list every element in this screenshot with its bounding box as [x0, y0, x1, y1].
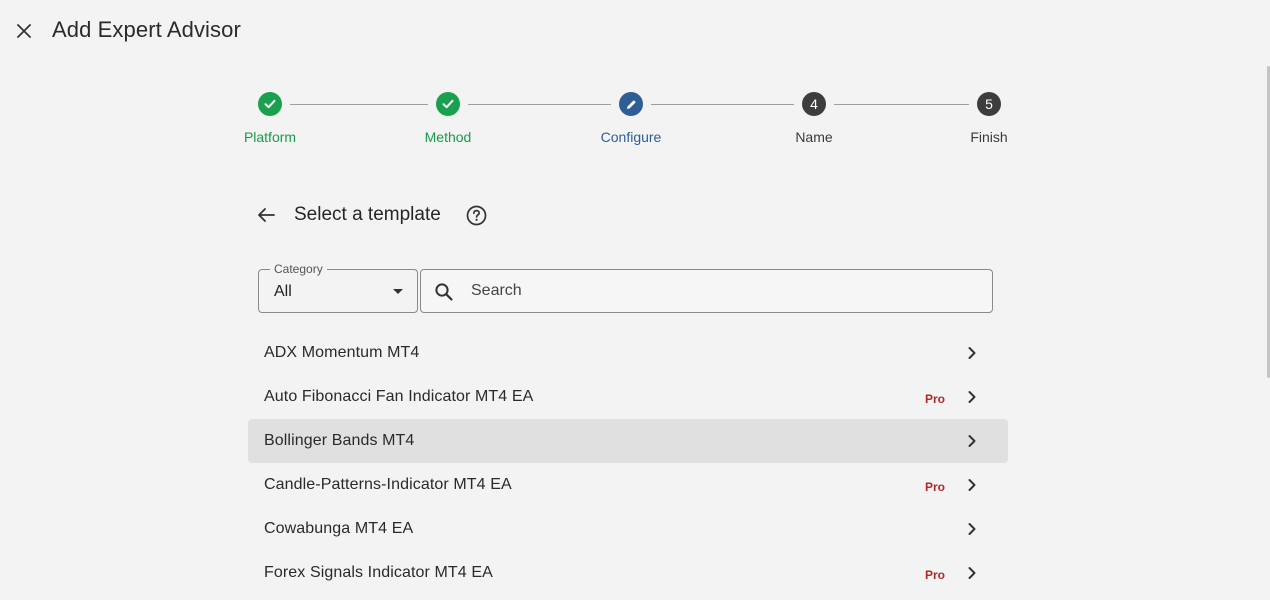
- template-name: Bollinger Bands MT4: [264, 432, 415, 449]
- chevron-right-icon: [964, 565, 980, 581]
- step-label: Name: [795, 129, 833, 145]
- dropdown-arrow-icon: [393, 289, 403, 294]
- list-item[interactable]: Candle-Patterns-Indicator MT4 EA Pro: [248, 463, 1008, 507]
- chevron-right-icon: [964, 433, 980, 449]
- search-icon: [433, 281, 455, 303]
- arrow-left-icon: [258, 208, 275, 222]
- close-button[interactable]: [12, 19, 36, 43]
- search-field[interactable]: [420, 269, 993, 313]
- step-label: Configure: [600, 129, 662, 145]
- template-name: Forex Signals Indicator MT4 EA: [264, 564, 493, 581]
- step-label: Platform: [243, 129, 297, 145]
- page: Add Expert Advisor Platform Method Confi…: [0, 0, 1270, 600]
- list-item[interactable]: Forex Signals Indicator MT4 EA Pro: [248, 551, 1008, 595]
- step-number: 5: [977, 92, 1001, 116]
- template-name: Auto Fibonacci Fan Indicator MT4 EA: [264, 388, 534, 405]
- list-item[interactable]: Auto Fibonacci Fan Indicator MT4 EA Pro: [248, 375, 1008, 419]
- template-name: Cowabunga MT4 EA: [264, 520, 414, 537]
- pro-badge: Pro: [924, 392, 945, 406]
- pencil-icon: [619, 92, 643, 116]
- step-method[interactable]: Method: [388, 92, 508, 145]
- template-name: Candle-Patterns-Indicator MT4 EA: [264, 476, 512, 493]
- template-list: ADX Momentum MT4 Auto Fibonacci Fan Indi…: [248, 331, 1008, 595]
- step-label: Finish: [970, 129, 1008, 145]
- help-circle-icon[interactable]: [465, 204, 487, 226]
- step-configure[interactable]: Configure: [571, 92, 691, 145]
- list-item[interactable]: Cowabunga MT4 EA: [248, 507, 1008, 551]
- check-icon: [436, 92, 460, 116]
- close-icon: [17, 24, 31, 38]
- step-platform[interactable]: Platform: [210, 92, 330, 145]
- section-title: Select a template: [294, 204, 441, 225]
- step-label: Method: [424, 129, 472, 145]
- step-number: 4: [802, 92, 826, 116]
- back-button[interactable]: [254, 203, 278, 227]
- chevron-right-icon: [964, 477, 980, 493]
- check-icon: [258, 92, 282, 116]
- category-value: All: [274, 283, 292, 300]
- list-item[interactable]: Bollinger Bands MT4: [248, 419, 1008, 463]
- pro-badge: Pro: [924, 568, 945, 582]
- category-label: Category: [270, 262, 327, 276]
- chevron-right-icon: [964, 389, 980, 405]
- chevron-right-icon: [964, 345, 980, 361]
- pro-badge: Pro: [924, 480, 945, 494]
- search-input[interactable]: [471, 278, 971, 304]
- step-name[interactable]: 4 Name: [754, 92, 874, 145]
- chevron-right-icon: [964, 521, 980, 537]
- page-title: Add Expert Advisor: [52, 17, 241, 42]
- template-name: ADX Momentum MT4: [264, 344, 420, 361]
- list-item[interactable]: ADX Momentum MT4: [248, 331, 1008, 375]
- category-select[interactable]: Category All: [258, 262, 418, 313]
- step-finish[interactable]: 5 Finish: [929, 92, 1049, 145]
